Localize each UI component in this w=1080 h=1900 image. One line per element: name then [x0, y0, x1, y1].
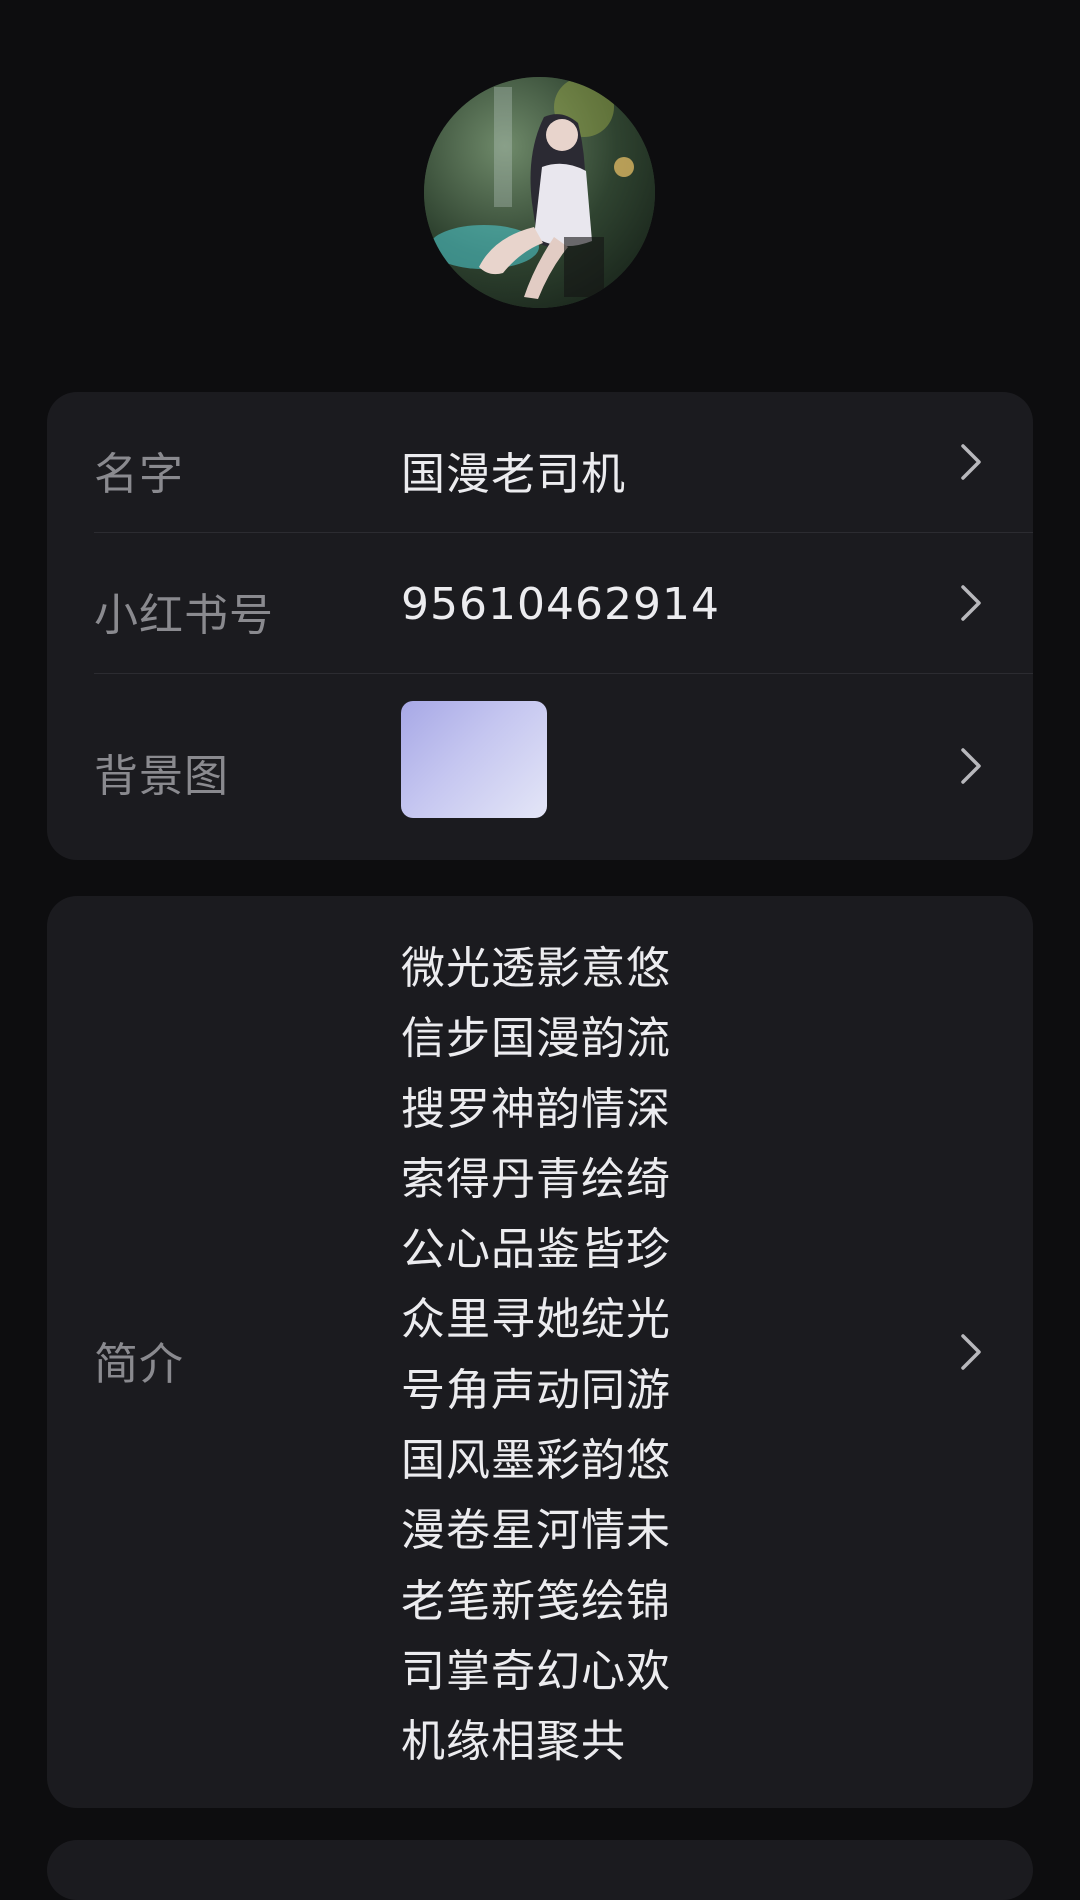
bio-line: 索得丹青绘绮 [401, 1153, 671, 1205]
name-label: 名字 [94, 449, 184, 500]
background-label: 背景图 [94, 751, 229, 802]
avatar-image [424, 77, 655, 308]
chevron-right-icon [961, 444, 981, 480]
id-value: 95610462914 [401, 579, 720, 630]
bio-row[interactable]: 简介 微光透影意悠 信步国漫韵流 搜罗神韵情深 索得丹青绘绮 公心品鉴皆珍 众里… [47, 896, 1033, 1808]
background-thumbnail [401, 701, 547, 818]
bio-line: 机缘相聚共 [401, 1716, 626, 1768]
bio-line: 国风墨彩韵悠 [401, 1435, 671, 1487]
xiaohongshu-id-row[interactable]: 小红书号 95610462914 [47, 533, 1033, 673]
bio-line: 司掌奇幻心欢 [401, 1645, 671, 1697]
name-value: 国漫老司机 [401, 449, 626, 500]
avatar[interactable] [424, 77, 655, 308]
id-label: 小红书号 [94, 590, 274, 641]
bio-line: 老笔新笺绘锦 [401, 1575, 671, 1627]
name-row[interactable]: 名字 国漫老司机 [47, 392, 1033, 532]
bio-text: 微光透影意悠 信步国漫韵流 搜罗神韵情深 索得丹青绘绮 公心品鉴皆珍 众里寻她绽… [401, 934, 671, 1778]
bio-line: 众里寻她绽光 [401, 1294, 671, 1346]
bio-line: 信步国漫韵流 [401, 1013, 671, 1065]
background-image-row[interactable]: 背景图 [47, 674, 1033, 860]
chevron-right-icon [961, 1334, 981, 1370]
bio-label: 简介 [94, 1339, 184, 1390]
bio-line: 漫卷星河情未 [401, 1505, 671, 1557]
bio-line: 微光透影意悠 [401, 943, 671, 994]
chevron-right-icon [961, 748, 981, 784]
bio-line: 搜罗神韵情深 [401, 1083, 671, 1135]
next-card [47, 1840, 1033, 1900]
bio-card: 简介 微光透影意悠 信步国漫韵流 搜罗神韵情深 索得丹青绘绮 公心品鉴皆珍 众里… [47, 896, 1033, 1808]
profile-info-card: 名字 国漫老司机 小红书号 95610462914 背景图 [47, 392, 1033, 860]
chevron-right-icon [961, 585, 981, 621]
bio-line: 号角声动同游 [401, 1364, 671, 1416]
bio-line: 公心品鉴皆珍 [401, 1224, 671, 1276]
